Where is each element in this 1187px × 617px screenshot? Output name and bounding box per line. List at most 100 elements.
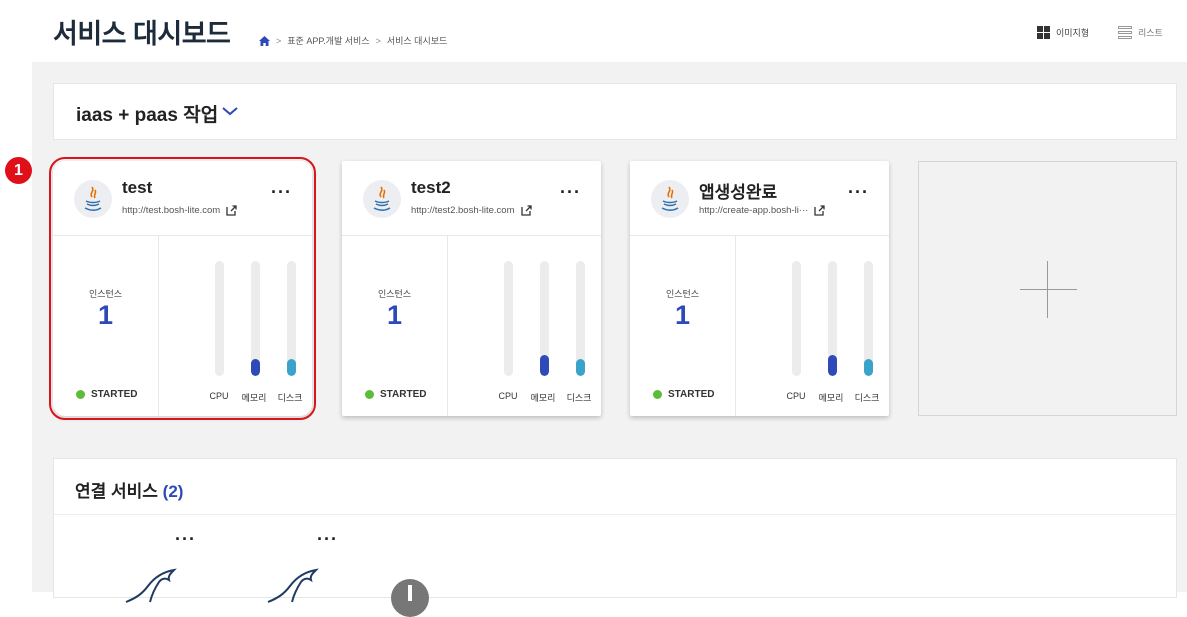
disk-usage-bar-fill bbox=[287, 359, 296, 376]
memory-usage-bar-fill bbox=[540, 355, 549, 376]
status-text: STARTED bbox=[668, 389, 715, 400]
group-title: iaas + paas 작업 bbox=[76, 105, 219, 126]
external-link-icon[interactable] bbox=[520, 205, 532, 216]
group-selector[interactable]: iaas + paas 작업 bbox=[53, 83, 1177, 140]
external-link-icon[interactable] bbox=[226, 205, 237, 216]
service-more-button[interactable]: ··· bbox=[175, 530, 196, 548]
metric-label: 디스크 bbox=[566, 393, 592, 403]
disk-usage-bar-fill bbox=[576, 359, 585, 376]
app-card[interactable]: test http://test.bosh-lite.com ··· 인스턴스 … bbox=[49, 157, 316, 420]
cpu-usage-bar bbox=[792, 261, 801, 376]
app-card-header: test2 http://test2.bosh-lite.com ··· bbox=[342, 161, 601, 236]
grid-view-icon bbox=[1037, 26, 1050, 39]
services-title-label: 연결 서비스 bbox=[75, 482, 158, 501]
metric-label: 메모리 bbox=[241, 393, 267, 403]
app-url[interactable]: http://test.bosh-lite.com bbox=[122, 205, 237, 216]
status-dot bbox=[653, 390, 662, 399]
memory-usage-bar bbox=[251, 261, 260, 376]
services-title: 연결 서비스 (2) bbox=[75, 477, 183, 502]
disk-usage-bar bbox=[287, 261, 296, 376]
metric-label: 디스크 bbox=[277, 393, 303, 403]
divider bbox=[447, 236, 448, 416]
mysql-dolphin-icon[interactable] bbox=[264, 564, 324, 604]
disk-usage-bar bbox=[576, 261, 585, 376]
breadcrumb: > 표준 APP.개발 서비스 > 서비스 대시보드 bbox=[259, 34, 447, 47]
breadcrumb-item[interactable]: 서비스 대시보드 bbox=[387, 34, 447, 47]
connected-services-panel: 연결 서비스 (2) ··· ··· bbox=[53, 458, 1177, 617]
app-url-text[interactable]: http://create-app.bosh-li··· bbox=[699, 205, 808, 216]
add-service-button[interactable] bbox=[391, 579, 429, 617]
status-text: STARTED bbox=[91, 389, 138, 400]
app-url[interactable]: http://test2.bosh-lite.com bbox=[411, 205, 532, 216]
memory-usage-bar bbox=[828, 261, 837, 376]
breadcrumb-item[interactable]: 표준 APP.개발 서비스 bbox=[287, 34, 369, 47]
instance-label: 인스턴스 bbox=[665, 289, 700, 299]
home-icon[interactable] bbox=[259, 35, 270, 46]
plus-icon bbox=[1047, 261, 1048, 318]
page-title: 서비스 대시보드 bbox=[53, 19, 231, 49]
divider bbox=[735, 236, 736, 416]
main-content: iaas + paas 작업 test http://test.bosh-lit… bbox=[32, 62, 1187, 617]
status-badge: STARTED bbox=[76, 389, 137, 400]
image-view-toggle[interactable]: 이미지형 bbox=[1037, 26, 1089, 39]
instance-label: 인스턴스 bbox=[377, 289, 412, 299]
mysql-dolphin-icon[interactable] bbox=[122, 564, 182, 604]
app-card[interactable]: test2 http://test2.bosh-lite.com ··· 인스턴… bbox=[342, 161, 601, 416]
app-url[interactable]: http://create-app.bosh-li··· bbox=[699, 205, 825, 216]
annotation-badge: 1 bbox=[5, 157, 32, 184]
instance-count: 1 bbox=[97, 300, 114, 330]
java-icon bbox=[651, 180, 689, 218]
app-name[interactable]: 앱생성완료 bbox=[699, 178, 777, 203]
list-view-label: 리스트 bbox=[1138, 28, 1163, 38]
java-icon bbox=[363, 180, 401, 218]
memory-usage-bar-fill bbox=[828, 355, 837, 376]
metric-label: CPU bbox=[498, 391, 518, 401]
instance-count: 1 bbox=[386, 300, 403, 330]
cpu-usage-bar bbox=[504, 261, 513, 376]
app-card-header: 앱생성완료 http://create-app.bosh-li··· ··· bbox=[630, 161, 889, 236]
status-badge: STARTED bbox=[365, 389, 426, 400]
app-card-body: 인스턴스 1 STARTED CPU 메모리 디스크 bbox=[630, 236, 889, 416]
app-card-header: test http://test.bosh-lite.com ··· bbox=[53, 161, 312, 236]
divider bbox=[54, 514, 1176, 515]
status-dot bbox=[76, 390, 85, 399]
metric-label: 디스크 bbox=[854, 393, 880, 403]
metric-label: CPU bbox=[786, 391, 806, 401]
metric-label: 메모리 bbox=[818, 393, 844, 403]
services-count: (2) bbox=[162, 482, 184, 501]
list-view-toggle[interactable]: 리스트 bbox=[1118, 26, 1163, 39]
more-icon[interactable]: ··· bbox=[271, 183, 292, 201]
status-dot bbox=[365, 390, 374, 399]
app-card[interactable]: 앱생성완료 http://create-app.bosh-li··· ··· 인… bbox=[630, 161, 889, 416]
page-header: 서비스 대시보드 > 표준 APP.개발 서비스 > 서비스 대시보드 이미지형… bbox=[0, 0, 1187, 62]
breadcrumb-separator: > bbox=[276, 35, 282, 46]
java-icon bbox=[74, 180, 112, 218]
breadcrumb-separator: > bbox=[375, 35, 381, 46]
external-link-icon[interactable] bbox=[814, 205, 825, 216]
more-icon[interactable]: ··· bbox=[848, 183, 869, 201]
disk-usage-bar-fill bbox=[864, 359, 873, 376]
image-view-label: 이미지형 bbox=[1056, 28, 1090, 38]
chevron-down-icon[interactable] bbox=[221, 104, 239, 118]
metric-label: 메모리 bbox=[530, 393, 556, 403]
instance-count: 1 bbox=[674, 300, 691, 330]
divider bbox=[158, 236, 159, 416]
memory-usage-bar bbox=[540, 261, 549, 376]
memory-usage-bar-fill bbox=[251, 359, 260, 376]
more-icon[interactable]: ··· bbox=[560, 183, 581, 201]
app-name[interactable]: test bbox=[122, 178, 152, 198]
add-app-card[interactable] bbox=[918, 161, 1177, 416]
metric-label: CPU bbox=[209, 391, 229, 401]
plus-icon bbox=[1020, 289, 1077, 290]
app-card-body: 인스턴스 1 STARTED CPU 메모리 디스크 bbox=[53, 236, 312, 416]
app-name[interactable]: test2 bbox=[411, 178, 451, 198]
status-badge: STARTED bbox=[653, 389, 714, 400]
service-more-button[interactable]: ··· bbox=[317, 530, 338, 548]
disk-usage-bar bbox=[864, 261, 873, 376]
status-text: STARTED bbox=[380, 389, 427, 400]
instance-label: 인스턴스 bbox=[88, 289, 123, 299]
app-url-text[interactable]: http://test.bosh-lite.com bbox=[122, 205, 220, 216]
app-card-body: 인스턴스 1 STARTED CPU 메모리 디스크 bbox=[342, 236, 601, 416]
app-url-text[interactable]: http://test2.bosh-lite.com bbox=[411, 205, 515, 216]
cpu-usage-bar bbox=[215, 261, 224, 376]
